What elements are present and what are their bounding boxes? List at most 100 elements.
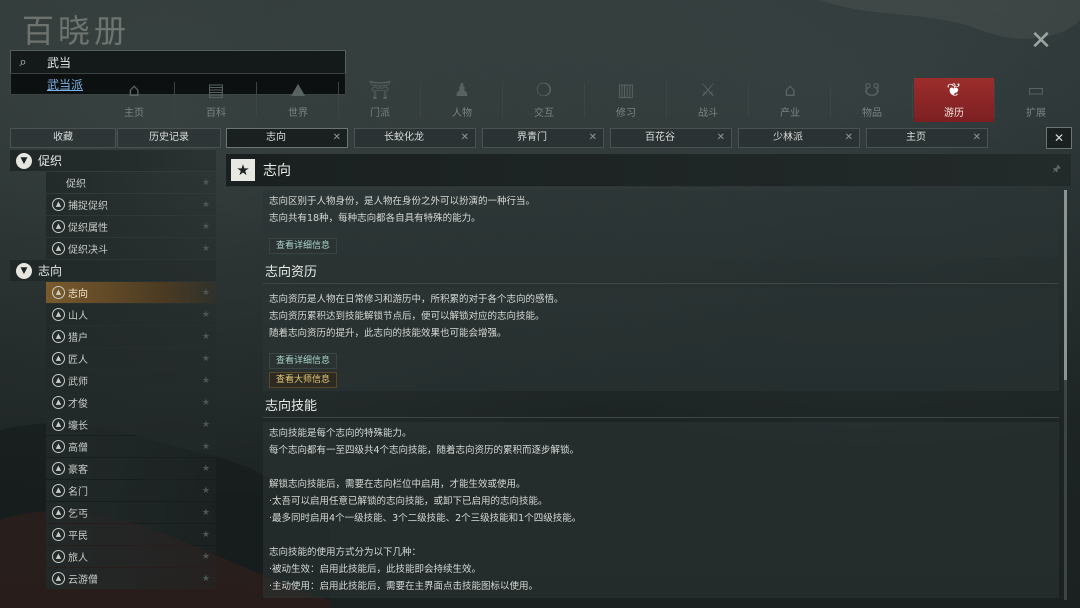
tab-label: 主页 (906, 132, 926, 143)
sidebar-item-label: 山人 (68, 311, 88, 322)
butterfly-icon: ❦ (946, 80, 962, 101)
expand-up-icon: ▲ (52, 198, 65, 211)
sidebar-item[interactable]: ▲ 才俊 ★ (46, 392, 216, 413)
section-title: 志向技能 (263, 391, 1059, 418)
favorite-star-icon[interactable]: ★ (231, 159, 255, 181)
search-input[interactable]: ⌕ 武当 (10, 50, 346, 74)
nav-item-0[interactable]: ⌂ 主页 (94, 78, 174, 122)
sidebar-item-label: 高僧 (68, 443, 88, 454)
paragraph: 志向资历累积达到技能解锁节点后，便可以解锁对应的志向技能。 (269, 311, 545, 322)
favorites-tab[interactable]: 收藏 (10, 128, 116, 148)
paragraph: 每个志向都有一至四级共4个志向技能，随着志向资历的累积而逐步解锁。 (269, 445, 580, 456)
sidebar-item[interactable]: ▲ 山人 ★ (46, 304, 216, 325)
tab-close-icon[interactable]: ✕ (717, 129, 725, 147)
sidebar-item[interactable]: ▲ 促织属性 ★ (46, 216, 216, 237)
pin-icon[interactable]: 🖈 (1052, 162, 1061, 179)
sidebar: ▼ 促织 促织 ★ ▲ 捕捉促织 ★ ▲ 促织属性 ★ ▲ 促织决斗 ★ ▼ 志向 ▲ 志向 ★ ▲ 山人 ★ ▲ 猎户 ★ ▲… (10, 150, 216, 608)
nav-item-label: 主页 (124, 108, 144, 119)
expand-up-icon: ▲ (52, 418, 65, 431)
tab-5[interactable]: 主页 ✕ (866, 128, 988, 148)
favorite-star-icon[interactable]: ★ (202, 420, 210, 430)
nav-item-7[interactable]: ⚔ 战斗 (666, 78, 748, 122)
mountain-icon: ⛰ (290, 80, 306, 101)
favorite-star-icon[interactable]: ★ (202, 486, 210, 496)
favorite-star-icon[interactable]: ★ (202, 310, 210, 320)
paragraph: ·最多同时启用4个一级技能、3个二级技能、2个三级技能和1个四级技能。 (269, 513, 582, 524)
nav-item-5[interactable]: ❍ 交互 (502, 78, 584, 122)
sidebar-item-label: 旅人 (68, 553, 88, 564)
favorite-star-icon[interactable]: ★ (202, 354, 210, 364)
sidebar-item[interactable]: ▲ 壕长 ★ (46, 414, 216, 435)
nav-item-6[interactable]: ▥ 修习 (584, 78, 666, 122)
favorite-star-icon[interactable]: ★ (202, 574, 210, 584)
nav-item-1[interactable]: ▤ 百科 (174, 78, 256, 122)
tab-2[interactable]: 界青门 ✕ (482, 128, 604, 148)
search-suggestion[interactable]: 武当派 (47, 76, 83, 93)
sidebar-item[interactable]: ▲ 捕捉促织 ★ (46, 194, 216, 215)
sidebar-item-label: 武师 (68, 377, 88, 388)
tab-close-icon[interactable]: ✕ (973, 129, 981, 147)
sidebar-item[interactable]: ▲ 匠人 ★ (46, 348, 216, 369)
view-details-button[interactable]: 查看详细信息 (269, 238, 338, 254)
sidebar-item[interactable]: ▲ 武师 ★ (46, 370, 216, 391)
top-nav: ⌂ 主页 ▤ 百科 ⛰ 世界 ⛩ 门派 ♟ 人物 ❍ 交互 ▥ 修习 ⚔ 战斗 ⌂ 产业 ☋ 物品 ❦ 游历 ▭ 扩展 (94, 78, 1078, 122)
close-icon[interactable]: ✕ (1028, 28, 1054, 54)
tab-4[interactable]: 少林派 ✕ (738, 128, 860, 148)
sidebar-item[interactable]: ▲ 旅人 ★ (46, 546, 216, 567)
expand-up-icon: ▲ (52, 484, 65, 497)
tab-close-icon[interactable]: ✕ (333, 129, 341, 147)
nav-item-3[interactable]: ⛩ 门派 (338, 78, 420, 122)
sidebar-category[interactable]: ▼ 促织 (10, 150, 216, 171)
sidebar-item[interactable]: 促织 ★ (46, 172, 216, 193)
view-master-button[interactable]: 查看大师信息 (269, 372, 338, 388)
sidebar-item[interactable]: ▲ 促织决斗 ★ (46, 238, 216, 259)
nav-item-10[interactable]: ❦ 游历 (912, 78, 994, 122)
favorite-star-icon[interactable]: ★ (202, 464, 210, 474)
nav-item-9[interactable]: ☋ 物品 (830, 78, 912, 122)
sidebar-item-label: 名门 (68, 487, 88, 498)
sidebar-item[interactable]: ▲ 乞丐 ★ (46, 502, 216, 523)
sidebar-item[interactable]: ▲ 云游僧 ★ (46, 568, 216, 589)
history-tab[interactable]: 历史记录 (117, 128, 221, 148)
nav-item-8[interactable]: ⌂ 产业 (748, 78, 830, 122)
view-details-button[interactable]: 查看详细信息 (269, 353, 338, 369)
tab-close-icon[interactable]: ✕ (845, 129, 853, 147)
scrollbar-thumb[interactable] (1064, 190, 1067, 380)
sidebar-category[interactable]: ▼ 志向 (10, 260, 216, 281)
sidebar-item[interactable]: ▲ 志向 ★ (46, 282, 216, 303)
favorite-star-icon[interactable]: ★ (202, 288, 210, 298)
favorite-star-icon[interactable]: ★ (202, 442, 210, 452)
favorite-star-icon[interactable]: ★ (202, 200, 210, 210)
favorite-star-icon[interactable]: ★ (202, 376, 210, 386)
nav-item-4[interactable]: ♟ 人物 (420, 78, 502, 122)
nav-item-11[interactable]: ▭ 扩展 (994, 78, 1076, 122)
favorite-star-icon[interactable]: ★ (202, 530, 210, 540)
paragraph: ·被动生效：启用此技能后，此技能即会持续生效。 (269, 564, 482, 575)
favorite-star-icon[interactable]: ★ (202, 552, 210, 562)
sidebar-item[interactable]: ▲ 名门 ★ (46, 480, 216, 501)
favorite-star-icon[interactable]: ★ (202, 332, 210, 342)
favorite-star-icon[interactable]: ★ (202, 178, 210, 188)
tab-close-icon[interactable]: ✕ (461, 129, 469, 147)
nav-item-label: 战斗 (698, 108, 718, 119)
tab-3[interactable]: 百花谷 ✕ (610, 128, 732, 148)
button-row: 查看详细信息 查看大师信息 (269, 350, 1053, 388)
favorite-star-icon[interactable]: ★ (202, 244, 210, 254)
nav-item-2[interactable]: ⛰ 世界 (256, 78, 338, 122)
tab-0[interactable]: 志向 ✕ (226, 128, 348, 148)
sidebar-item[interactable]: ▲ 高僧 ★ (46, 436, 216, 457)
sidebar-item[interactable]: ▲ 豪客 ★ (46, 458, 216, 479)
favorite-star-icon[interactable]: ★ (202, 508, 210, 518)
favorite-star-icon[interactable]: ★ (202, 222, 210, 232)
close-all-tabs-button[interactable]: ✕ (1046, 127, 1072, 149)
paragraph: 志向技能的使用方式分为以下几种： (269, 547, 422, 558)
tab-close-icon[interactable]: ✕ (589, 129, 597, 147)
nav-item-label: 游历 (944, 108, 964, 119)
tab-1[interactable]: 长蛟化龙 ✕ (354, 128, 476, 148)
sidebar-item[interactable]: ▲ 猎户 ★ (46, 326, 216, 347)
sidebar-item-label: 平民 (68, 531, 88, 542)
sidebar-item-label: 才俊 (68, 399, 88, 410)
sidebar-item[interactable]: ▲ 平民 ★ (46, 524, 216, 545)
paragraph: 志向区别于人物身份，是人物在身份之外可以扮演的一种行当。 (269, 196, 536, 207)
favorite-star-icon[interactable]: ★ (202, 398, 210, 408)
